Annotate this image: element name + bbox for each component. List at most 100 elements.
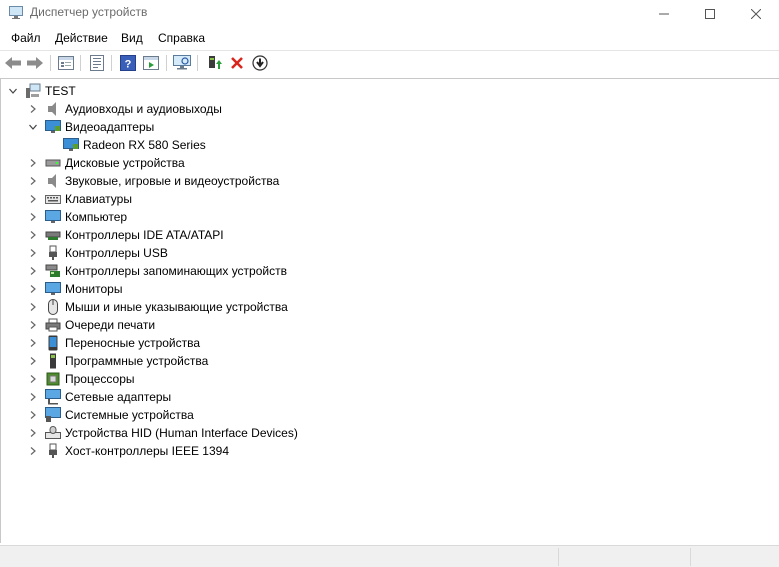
tree-item-keyboards[interactable]: Клавиатуры: [27, 190, 132, 208]
printer-icon: [45, 317, 61, 333]
chevron-right-icon[interactable]: [27, 409, 39, 421]
chevron-right-icon[interactable]: [27, 391, 39, 403]
tree-item-label: Видеоадаптеры: [65, 120, 155, 134]
tree-item-label: Клавиатуры: [65, 192, 132, 206]
menu-view[interactable]: Вид: [121, 31, 143, 45]
chevron-right-icon[interactable]: [27, 445, 39, 457]
tree-item-mice[interactable]: Мыши и иные указывающие устройства: [27, 298, 288, 316]
processor-icon: [45, 371, 61, 387]
svg-text:?: ?: [125, 59, 132, 71]
status-bar: [0, 545, 779, 567]
close-button[interactable]: [733, 0, 779, 27]
tree-item-label: Мониторы: [65, 282, 123, 296]
speaker-icon: [45, 173, 61, 189]
tree-item-label: Устройства HID (Human Interface Devices): [65, 426, 298, 440]
toolbar-separator: [166, 55, 167, 71]
update-driver-icon[interactable]: [205, 54, 223, 72]
tree-item-audio-io[interactable]: Аудиовходы и аудиовыходы: [27, 100, 222, 118]
tree-item-print-queues[interactable]: Очереди печати: [27, 316, 155, 334]
chevron-right-icon[interactable]: [27, 247, 39, 259]
maximize-button[interactable]: [687, 0, 733, 27]
disk-icon: [45, 155, 61, 171]
device-tree: TEST Аудиовходы и аудиовыходы Видеоадапт…: [0, 78, 779, 543]
tree-item-processors[interactable]: Процессоры: [27, 370, 135, 388]
chevron-right-icon[interactable]: [27, 337, 39, 349]
chevron-right-icon[interactable]: [27, 175, 39, 187]
tree-item-ide-controllers[interactable]: Контроллеры IDE ATA/ATAPI: [27, 226, 224, 244]
tree-item-label: Очереди печати: [65, 318, 156, 332]
chevron-right-icon[interactable]: [27, 103, 39, 115]
chevron-right-icon[interactable]: [27, 265, 39, 277]
tree-item-display-adapters[interactable]: Видеоадаптеры: [27, 118, 154, 136]
chevron-right-icon[interactable]: [27, 319, 39, 331]
chevron-right-icon[interactable]: [27, 427, 39, 439]
menu-file[interactable]: Файл: [11, 31, 41, 45]
action-pane-icon[interactable]: [142, 54, 160, 72]
tree-item-system-devices[interactable]: Системные устройства: [27, 406, 194, 424]
tree-item-computer[interactable]: Компьютер: [27, 208, 127, 226]
ieee1394-icon: [45, 443, 61, 459]
chevron-right-icon[interactable]: [27, 301, 39, 313]
storage-controller-icon: [45, 263, 61, 279]
toolbar-separator: [50, 55, 51, 71]
tree-item-usb-controllers[interactable]: Контроллеры USB: [27, 244, 168, 262]
help-icon[interactable]: ?: [119, 54, 137, 72]
usb-icon: [45, 245, 61, 261]
tree-item-label: Сетевые адаптеры: [65, 390, 172, 404]
speaker-icon: [45, 101, 61, 117]
tree-item-label: Переносные устройства: [65, 336, 201, 350]
menu-help[interactable]: Справка: [158, 31, 205, 45]
tree-device-radeon-rx-580[interactable]: Radeon RX 580 Series: [63, 136, 206, 154]
display-adapter-icon: [63, 137, 79, 153]
computer-icon: [25, 83, 41, 99]
tree-item-label: Мыши и иные указывающие устройства: [65, 300, 288, 314]
menu-bar: Файл Действие Вид Справка: [0, 29, 779, 49]
keyboard-icon: [45, 191, 61, 207]
chevron-right-icon[interactable]: [27, 373, 39, 385]
properties-icon[interactable]: [57, 54, 75, 72]
tree-item-label: Контроллеры IDE ATA/ATAPI: [65, 228, 224, 242]
network-adapter-icon: [45, 389, 61, 405]
chevron-right-icon[interactable]: [27, 355, 39, 367]
tree-item-label: Программные устройства: [65, 354, 209, 368]
tree-item-ieee1394[interactable]: Хост-контроллеры IEEE 1394: [27, 442, 229, 460]
tree-item-sound-video[interactable]: Звуковые, игровые и видеоустройства: [27, 172, 279, 190]
tree-item-label: Звуковые, игровые и видеоустройства: [65, 174, 280, 188]
computer-icon: [45, 209, 61, 225]
uninstall-icon[interactable]: [228, 54, 246, 72]
hid-icon: [45, 425, 61, 441]
minimize-button[interactable]: [641, 0, 687, 27]
chevron-right-icon[interactable]: [27, 157, 39, 169]
chevron-down-icon[interactable]: [27, 121, 39, 133]
tree-item-portable-devices[interactable]: Переносные устройства: [27, 334, 200, 352]
tree-item-hid[interactable]: Устройства HID (Human Interface Devices): [27, 424, 298, 442]
forward-icon[interactable]: [26, 54, 44, 72]
toolbar-separator: [111, 55, 112, 71]
chevron-right-icon[interactable]: [27, 283, 39, 295]
title-bar: Диспетчер устройств: [0, 0, 779, 27]
device-manager-app-icon: [9, 6, 23, 19]
chevron-right-icon[interactable]: [27, 229, 39, 241]
tree-item-label: Процессоры: [65, 372, 135, 386]
display-adapter-icon: [45, 119, 61, 135]
tree-root[interactable]: TEST: [7, 82, 76, 100]
menu-action[interactable]: Действие: [55, 31, 108, 45]
tree-root-label: TEST: [45, 84, 76, 98]
chevron-right-icon[interactable]: [27, 211, 39, 223]
chevron-down-icon[interactable]: [7, 85, 19, 97]
tree-item-label: Контроллеры USB: [65, 246, 168, 260]
tree-item-monitors[interactable]: Мониторы: [27, 280, 122, 298]
software-device-icon: [45, 353, 61, 369]
back-icon[interactable]: [4, 54, 22, 72]
tree-item-label: Контроллеры запоминающих устройств: [65, 264, 287, 278]
tree-item-network-adapters[interactable]: Сетевые адаптеры: [27, 388, 171, 406]
tree-item-storage-controllers[interactable]: Контроллеры запоминающих устройств: [27, 262, 287, 280]
tree-item-disk-drives[interactable]: Дисковые устройства: [27, 154, 185, 172]
show-hidden-icon[interactable]: [88, 54, 106, 72]
chevron-right-icon[interactable]: [27, 193, 39, 205]
portable-device-icon: [45, 335, 61, 351]
tree-item-label: Компьютер: [65, 210, 128, 224]
tree-item-software-devices[interactable]: Программные устройства: [27, 352, 208, 370]
scan-hardware-icon[interactable]: [173, 54, 191, 72]
disable-icon[interactable]: [251, 54, 269, 72]
